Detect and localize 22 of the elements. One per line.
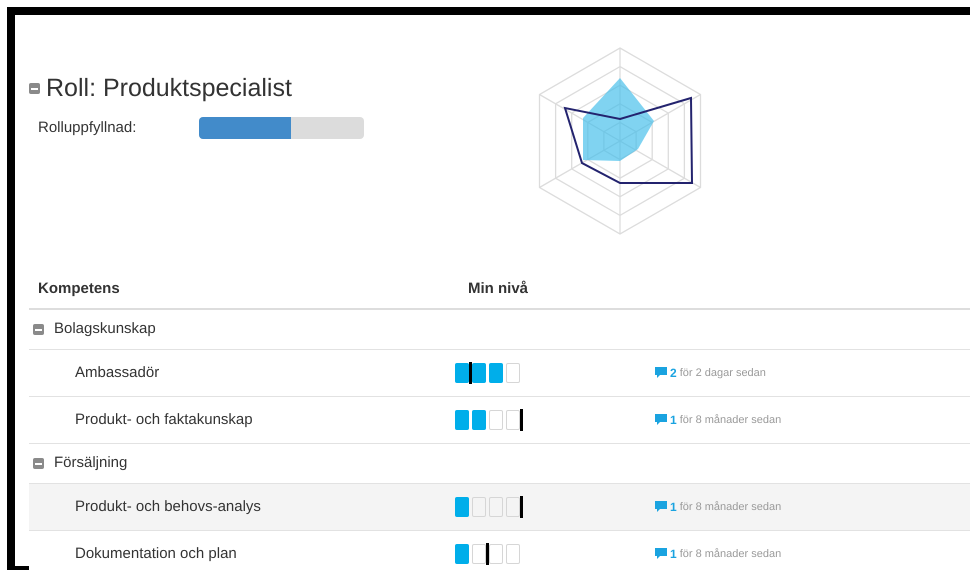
competence-name: Dokumentation och plan [74,544,238,564]
collapse-icon[interactable] [33,324,44,335]
group-name: Försäljning [54,453,128,474]
role-title: Roll: Produktspecialist [46,73,292,104]
comment-icon[interactable] [655,501,667,513]
group-name: Bolagskunskap [54,319,156,340]
comment-time: för 8 månader sedan [680,500,782,515]
column-header: Min nivå [468,278,528,299]
comment-time: för 8 månader sedan [680,546,782,562]
competence-name: Produkt- och faktakunskap [74,410,254,430]
comment-time: för 8 månader sedan [680,412,782,428]
competence-name: Ambassadör [74,362,160,383]
comment-time: för 2 dagar sedan [680,366,766,381]
competence-row[interactable]: Produkt- och behovs-analys 1 för 8 månader sedan [29,484,970,531]
collapse-icon[interactable] [29,83,40,94]
column-header: Kompetens [37,278,121,299]
collapse-icon[interactable] [33,458,44,469]
comment-icon[interactable] [655,414,667,426]
comment-icon[interactable] [655,548,667,560]
comment-icon[interactable] [655,367,667,379]
fulfilment-label: Rolluppfyllnad: [38,118,138,138]
competence-name: Produkt- och behovs-analys [74,496,262,517]
